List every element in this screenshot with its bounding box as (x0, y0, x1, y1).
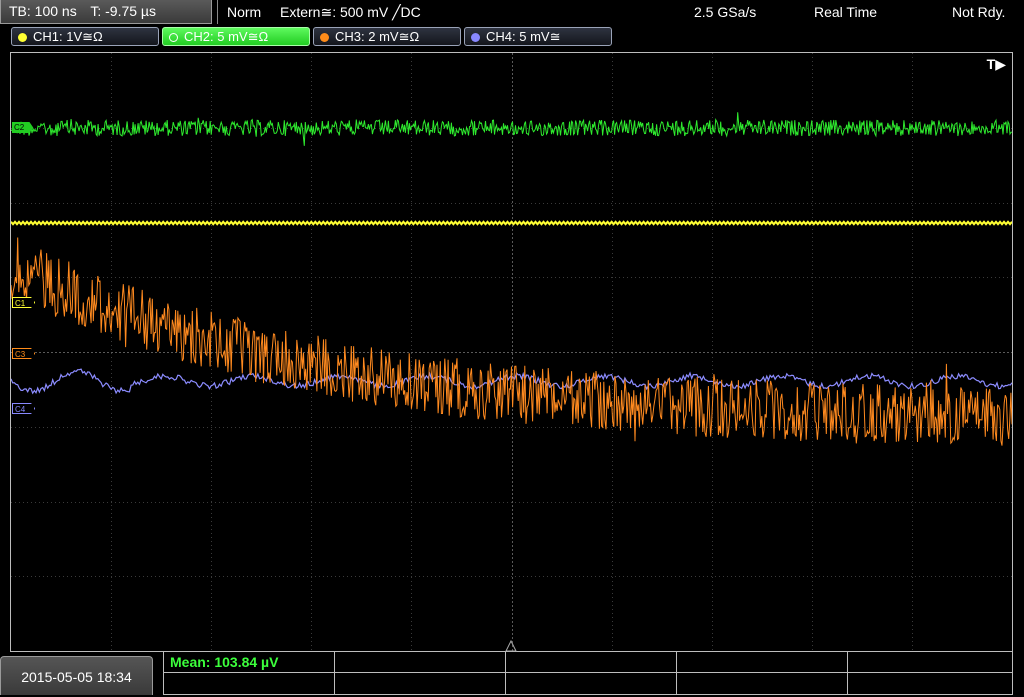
trigger-source[interactable]: Extern≅: 500 mV ╱DC (280, 0, 421, 24)
ch1-offset-marker[interactable]: C1 (12, 297, 36, 308)
channel-bar: CH1: 1V≅Ω CH2: 5 mV≅Ω CH3: 2 mV≅Ω CH4: 5… (0, 25, 1024, 49)
trace-ch3 (11, 237, 1012, 446)
ch2-label: CH2: 5 mV≅Ω (184, 29, 269, 44)
ch3-dot-icon (320, 33, 329, 42)
tab-ch4[interactable]: CH4: 5 mV≅ (464, 27, 612, 46)
date-time: 2015-05-05 18:34 (0, 656, 153, 695)
status-bar: TB: 100 ns T: -9.75 µs Norm Extern≅: 500… (0, 0, 1024, 24)
timebase-value: TB: 100 ns (9, 3, 77, 19)
timebase-box[interactable]: TB: 100 ns T: -9.75 µs (0, 0, 212, 24)
measurement-panel[interactable]: Mean: 103.84 µV (163, 652, 1013, 695)
trace-area (11, 112, 1012, 446)
waveform-display[interactable]: T▶ (10, 52, 1013, 652)
ch4-offset-marker[interactable]: C4 (12, 403, 36, 414)
trace-ch1 (11, 220, 1012, 226)
sample-rate: 2.5 GSa/s (694, 4, 757, 20)
ch1-dot-icon (18, 33, 27, 42)
trace-ch2 (11, 112, 1012, 146)
trigger-position-icon[interactable]: T▶ (987, 56, 1006, 73)
measurement-col-divider (505, 652, 506, 694)
ch3-offset-marker[interactable]: C3 (12, 348, 36, 359)
acquisition-mode[interactable]: Norm (227, 0, 261, 24)
tab-ch1[interactable]: CH1: 1V≅Ω (11, 27, 159, 46)
trigger-time-value: T: -9.75 µs (90, 3, 156, 19)
mean-measurement: Mean: 103.84 µV (170, 654, 279, 670)
ch4-label: CH4: 5 mV≅ (486, 29, 561, 44)
ch2-offset-marker[interactable]: C2 (12, 122, 34, 133)
trigger-status: Not Rdy. (952, 4, 1006, 20)
measurement-col-divider (847, 652, 848, 694)
tab-ch2[interactable]: CH2: 5 mV≅Ω (162, 27, 310, 46)
trigger-point-icon (505, 640, 517, 652)
measurement-row-divider (164, 672, 1012, 673)
measurement-col-divider (334, 652, 335, 694)
acquisition-realtime: Real Time (814, 4, 878, 20)
ch3-label: CH3: 2 mV≅Ω (335, 29, 420, 44)
ch4-dot-icon (471, 33, 480, 42)
tab-ch3[interactable]: CH3: 2 mV≅Ω (313, 27, 461, 46)
ch1-label: CH1: 1V≅Ω (33, 29, 103, 44)
ch2-dot-icon (169, 33, 178, 42)
status-divider (217, 0, 218, 24)
measurement-col-divider (676, 652, 677, 694)
